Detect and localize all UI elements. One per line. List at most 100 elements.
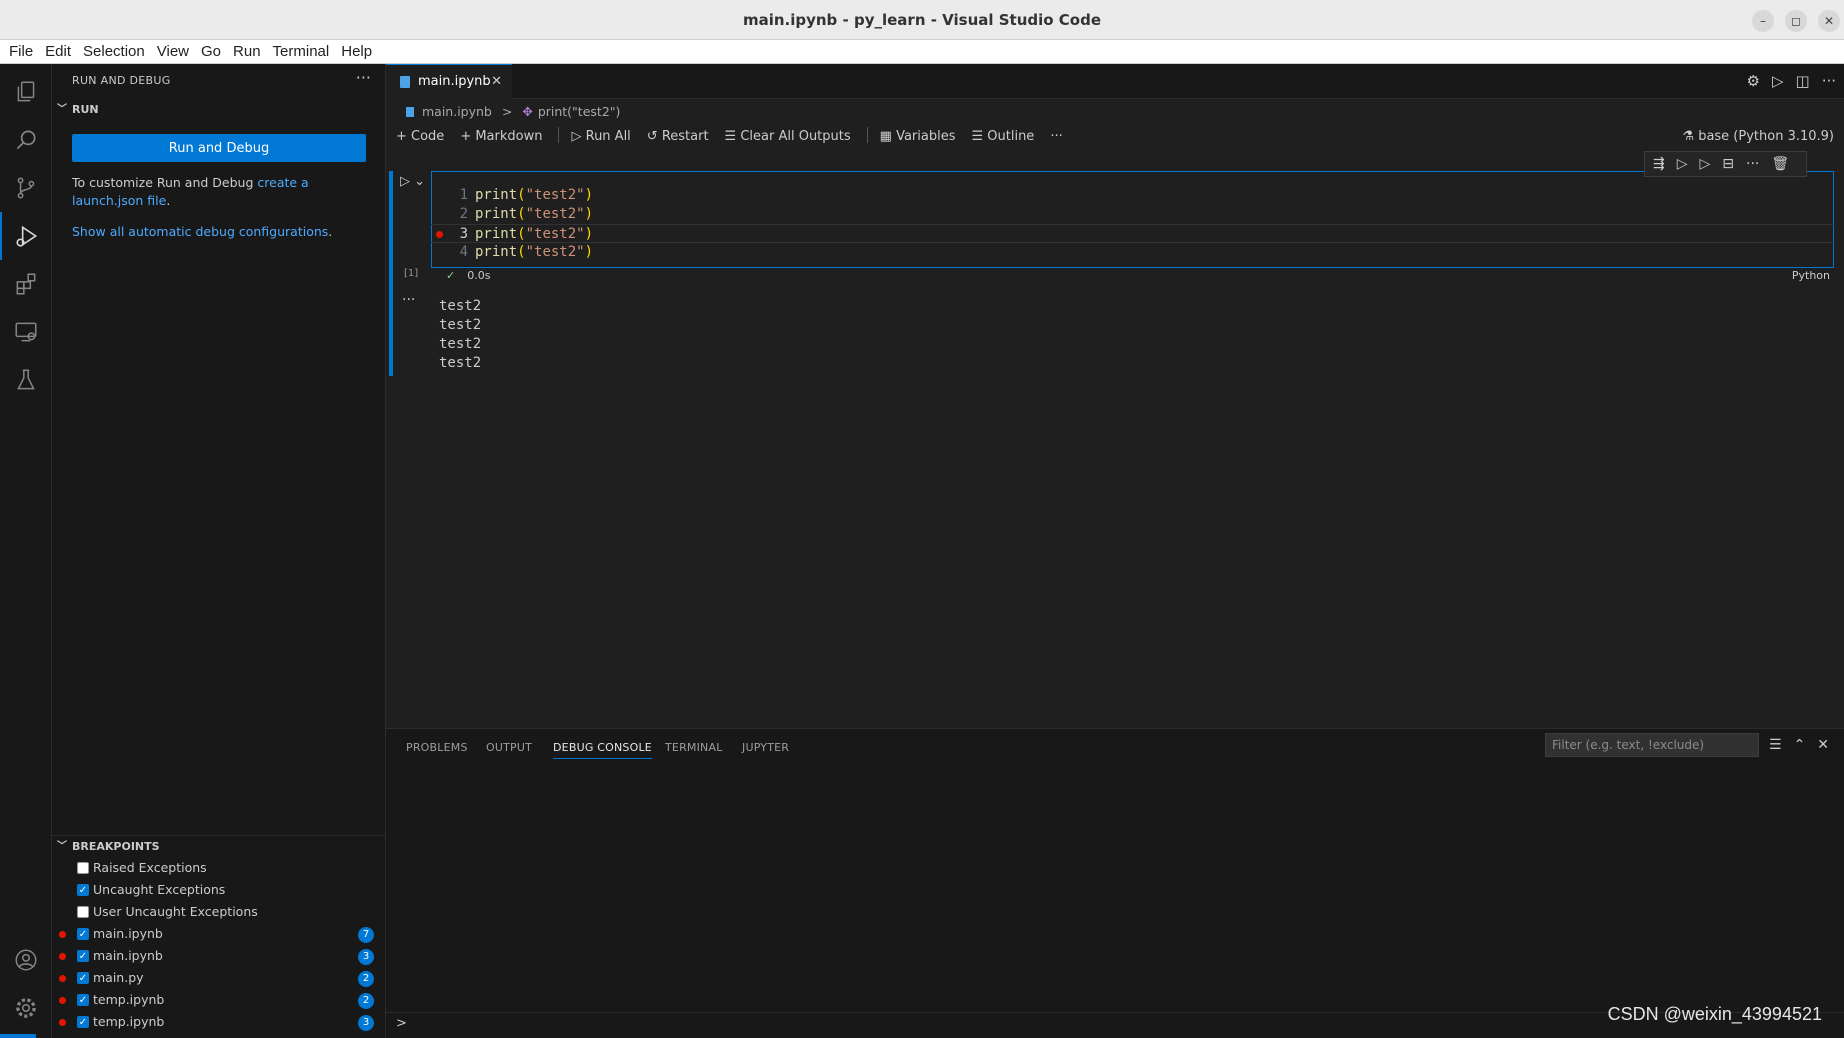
toolbar-more-icon[interactable]: ··· (1050, 129, 1062, 144)
breakpoint-checkbox[interactable]: ✓ (77, 994, 89, 1006)
notebook-file-icon (406, 107, 414, 117)
menu-terminal[interactable]: Terminal (267, 40, 336, 64)
menu-edit[interactable]: Edit (39, 40, 77, 64)
breakpoint-item[interactable]: ✓ temp.ipynb 2 (52, 989, 386, 1011)
output-more-icon[interactable]: ··· (402, 292, 415, 308)
run-by-line-icon[interactable]: ⇶ (1653, 156, 1665, 172)
outline-button[interactable]: ☰ Outline (971, 129, 1034, 144)
breakpoint-item[interactable]: ✓ main.ipynb 7 (52, 923, 386, 945)
code-string: "test2" (525, 244, 585, 260)
breakpoint-label: main.py (93, 970, 144, 985)
breakpoint-dot-icon (59, 997, 66, 1004)
tab-terminal[interactable]: TERMINAL (665, 737, 723, 759)
breakpoint-item[interactable]: User Uncaught Exceptions (52, 901, 386, 923)
tab-output[interactable]: OUTPUT (486, 737, 532, 759)
clear-console-icon[interactable]: ☰ (1769, 737, 1782, 753)
console-prompt[interactable]: > (396, 1016, 407, 1031)
console-filter-input[interactable] (1545, 733, 1759, 757)
menu-go[interactable]: Go (195, 40, 227, 64)
menu-run[interactable]: Run (227, 40, 267, 64)
variables-button[interactable]: ▦ Variables (880, 129, 956, 144)
breakpoint-line-badge: 3 (358, 949, 374, 965)
maximize-panel-icon[interactable]: ⌃ (1794, 737, 1806, 753)
breakpoint-checkbox[interactable]: ✓ (77, 928, 89, 940)
breakpoints-section-header[interactable]: ﹀ BREAKPOINTS (52, 835, 386, 857)
extensions-icon[interactable] (0, 260, 52, 308)
breakpoint-checkbox[interactable] (77, 862, 89, 874)
sidebar-more-icon[interactable]: ··· (356, 68, 371, 87)
breakpoint-item[interactable]: Raised Exceptions (52, 857, 386, 879)
search-icon[interactable] (0, 116, 52, 164)
run-and-debug-button[interactable]: Run and Debug (72, 134, 366, 162)
sidebar-title: RUN AND DEBUG (72, 74, 171, 87)
minimize-button[interactable]: – (1752, 10, 1774, 32)
execute-below-icon[interactable]: ▷ (1700, 156, 1711, 172)
menu-selection[interactable]: Selection (77, 40, 151, 64)
tab-label: main.ipynb (418, 74, 491, 89)
activity-bar (0, 64, 52, 1038)
split-cell-icon[interactable]: ⊟ (1722, 156, 1734, 172)
panel-actions: ☰ ⌃ ✕ (1769, 737, 1841, 753)
more-actions-icon[interactable]: ··· (1822, 72, 1836, 90)
code-line[interactable]: 2 print("test2") (431, 205, 1834, 224)
code-line[interactable]: 1 print("test2") (431, 186, 1834, 205)
clear-outputs-button[interactable]: ☰ Clear All Outputs (725, 129, 851, 144)
code-string: "test2" (525, 187, 585, 203)
breakpoint-checkbox[interactable]: ✓ (77, 950, 89, 962)
breakpoint-label: main.ipynb (93, 926, 163, 941)
breakpoint-checkbox[interactable]: ✓ (77, 884, 89, 896)
breakpoint-item[interactable]: ✓ Uncaught Exceptions (52, 879, 386, 901)
breakpoint-checkbox[interactable]: ✓ (77, 972, 89, 984)
tab-debug-console[interactable]: DEBUG CONSOLE (553, 737, 652, 759)
run-debug-icon[interactable] (0, 212, 52, 260)
execute-above-icon[interactable]: ▷ (1677, 156, 1688, 172)
add-markdown-button[interactable]: + Markdown (460, 129, 542, 144)
split-editor-icon[interactable]: ◫ (1796, 72, 1810, 90)
show-all-configs-link[interactable]: Show all automatic debug configurations (72, 224, 328, 239)
explorer-icon[interactable] (0, 68, 52, 116)
breakpoint-checkbox[interactable] (77, 906, 89, 918)
delete-cell-icon[interactable]: 🗑 (1771, 156, 1789, 172)
menu-help[interactable]: Help (335, 40, 378, 64)
code-text: print("test2") (475, 243, 593, 262)
cell-more-icon[interactable]: ··· (1746, 156, 1759, 172)
breakpoint-item[interactable]: ✓ temp.ipynb 3 (52, 1011, 386, 1033)
remote-explorer-icon[interactable] (0, 308, 52, 356)
breadcrumb-symbol[interactable]: print("test2") (538, 104, 621, 119)
menu-view[interactable]: View (151, 40, 195, 64)
line-number: 1 (459, 187, 468, 203)
run-section-header[interactable]: ﹀ RUN (52, 99, 386, 121)
show-all-end: . (328, 224, 333, 239)
menu-file[interactable]: File (0, 40, 39, 64)
gear-icon[interactable]: ⚙ (1747, 72, 1760, 90)
breakpoint-item[interactable]: ✓ main.ipynb 3 (52, 945, 386, 967)
breakpoint-checkbox[interactable]: ✓ (77, 1016, 89, 1028)
tab-jupyter[interactable]: JUPYTER (742, 737, 789, 759)
breakpoint-dot-icon (59, 953, 66, 960)
run-all-button[interactable]: ▷ Run All (571, 129, 630, 144)
testing-icon[interactable] (0, 356, 52, 404)
account-icon[interactable] (0, 936, 52, 984)
source-control-icon[interactable] (0, 164, 52, 212)
code-line[interactable]: 4 print("test2") (431, 243, 1834, 262)
title-bar: main.ipynb - py_learn - Visual Studio Co… (0, 0, 1844, 40)
code-text: print("test2") (475, 225, 593, 244)
code-line[interactable]: 3 print("test2") (431, 224, 1834, 243)
manage-gear-icon[interactable] (0, 984, 52, 1032)
run-icon[interactable]: ▷ (1772, 72, 1784, 90)
tab-problems[interactable]: PROBLEMS (406, 737, 468, 759)
cell-language[interactable]: Python (1792, 268, 1830, 284)
run-section-label: RUN (72, 103, 99, 116)
close-window-button[interactable]: ✕ (1818, 10, 1840, 32)
breadcrumb-file[interactable]: main.ipynb (422, 104, 492, 119)
breakpoints-section-label: BREAKPOINTS (72, 840, 160, 853)
close-tab-icon[interactable]: ✕ (491, 65, 502, 99)
close-panel-icon[interactable]: ✕ (1817, 737, 1829, 753)
run-cell-icon[interactable]: ▷ ⌄ (400, 174, 425, 189)
add-code-button[interactable]: + Code (396, 129, 444, 144)
tab-main-ipynb[interactable]: main.ipynb ✕ (386, 64, 512, 99)
maximize-button[interactable]: ◻ (1785, 10, 1807, 32)
breakpoint-item[interactable]: ✓ main.py 2 (52, 967, 386, 989)
restart-button[interactable]: ↺ Restart (647, 129, 709, 144)
kernel-picker[interactable]: ⚗ base (Python 3.10.9) (1682, 124, 1834, 150)
